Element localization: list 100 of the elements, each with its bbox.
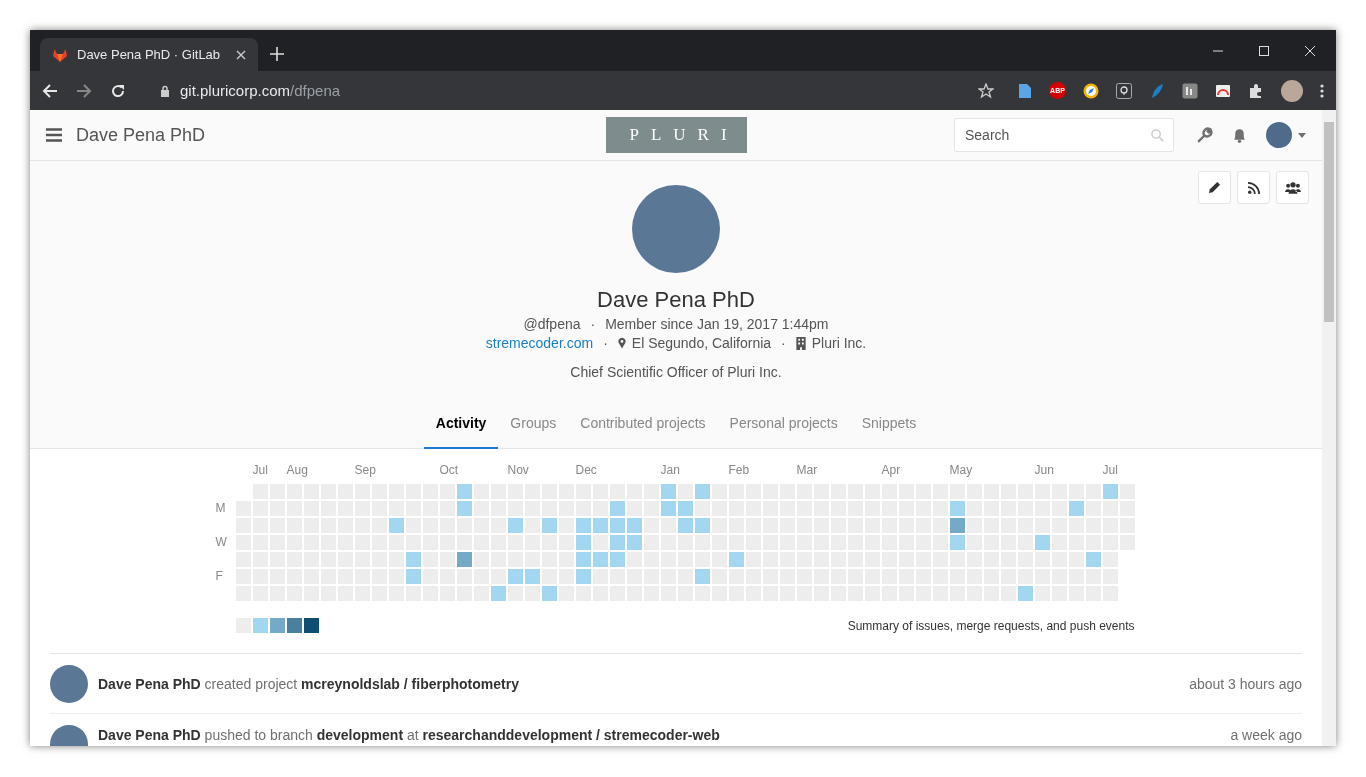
activity-day-cell[interactable] <box>711 569 727 584</box>
activity-day-cell[interactable] <box>745 552 761 567</box>
activity-day-cell[interactable] <box>711 518 727 533</box>
activity-day-cell[interactable] <box>609 552 625 567</box>
menu-icon[interactable] <box>46 128 62 142</box>
profile-tab[interactable]: Snippets <box>849 401 929 449</box>
compass-icon[interactable] <box>1083 82 1099 99</box>
more-icon[interactable] <box>1320 82 1324 99</box>
profile-tab[interactable]: Personal projects <box>717 401 850 449</box>
activity-day-cell[interactable] <box>507 569 523 584</box>
users-button[interactable] <box>1276 171 1309 204</box>
user-avatar[interactable] <box>50 665 88 703</box>
activity-day-cell[interactable] <box>694 484 710 499</box>
browser-tab[interactable]: Dave Pena PhD · GitLab <box>40 38 258 71</box>
activity-day-cell[interactable] <box>643 535 659 550</box>
activity-day-cell[interactable] <box>456 484 472 499</box>
scrollbar-thumb[interactable] <box>1324 122 1334 322</box>
activity-day-cell[interactable] <box>473 484 489 499</box>
edit-button[interactable] <box>1198 171 1231 204</box>
reload-icon[interactable] <box>110 82 126 99</box>
activity-day-cell[interactable] <box>966 535 982 550</box>
activity-day-cell[interactable] <box>728 552 744 567</box>
activity-day-cell[interactable] <box>524 569 540 584</box>
rss-button[interactable] <box>1237 171 1270 204</box>
activity-day-cell[interactable] <box>694 569 710 584</box>
activity-day-cell[interactable] <box>575 552 591 567</box>
maximize-icon[interactable] <box>1258 44 1270 57</box>
bell-icon[interactable] <box>1231 126 1248 144</box>
star-icon[interactable] <box>978 82 994 99</box>
search-field[interactable]: Search <box>954 118 1174 152</box>
activity-day-cell[interactable] <box>541 586 557 601</box>
activity-day-cell[interactable] <box>388 518 404 533</box>
activity-day-cell[interactable] <box>473 501 489 516</box>
document-icon[interactable] <box>1018 82 1032 99</box>
activity-day-cell[interactable] <box>660 484 676 499</box>
activity-day-cell[interactable] <box>490 586 506 601</box>
activity-day-cell[interactable] <box>626 501 642 516</box>
forward-arrow-icon[interactable] <box>76 82 92 99</box>
activity-day-cell[interactable] <box>422 552 438 567</box>
activity-day-cell[interactable] <box>405 518 421 533</box>
profile-tab[interactable]: Groups <box>498 401 569 449</box>
activity-day-cell[interactable] <box>626 535 642 550</box>
close-icon[interactable] <box>1304 44 1316 57</box>
activity-day-cell[interactable] <box>473 552 489 567</box>
activity-day-cell[interactable] <box>609 501 625 516</box>
activity-day-cell[interactable] <box>949 535 965 550</box>
activity-day-cell[interactable] <box>1085 501 1101 516</box>
activity-day-cell[interactable] <box>405 552 421 567</box>
activity-day-cell[interactable] <box>524 518 540 533</box>
activity-day-cell[interactable] <box>575 535 591 550</box>
activity-day-cell[interactable] <box>1034 586 1050 601</box>
website-link[interactable]: stremecoder.com <box>485 335 594 351</box>
activity-day-cell[interactable] <box>592 569 608 584</box>
activity-day-cell[interactable] <box>422 569 438 584</box>
profile-avatar[interactable] <box>1281 79 1303 102</box>
activity-day-cell[interactable] <box>558 586 574 601</box>
activity-day-cell[interactable] <box>405 569 421 584</box>
caret-icon[interactable] <box>1298 132 1306 138</box>
activity-day-cell[interactable] <box>592 535 608 550</box>
activity-day-cell[interactable] <box>966 518 982 533</box>
activity-day-cell[interactable] <box>660 501 676 516</box>
activity-day-cell[interactable] <box>711 484 727 499</box>
activity-day-cell[interactable] <box>1085 552 1101 567</box>
puzzle-icon[interactable] <box>1248 82 1264 99</box>
profile-tab[interactable]: Contributed projects <box>568 401 718 449</box>
plus-icon[interactable] <box>270 47 284 61</box>
activity-day-cell[interactable] <box>626 552 642 567</box>
activity-day-cell[interactable] <box>575 518 591 533</box>
activity-day-cell[interactable] <box>1119 484 1135 499</box>
close-icon[interactable] <box>236 49 246 60</box>
activity-day-cell[interactable] <box>1068 501 1084 516</box>
activity-day-cell[interactable] <box>1102 484 1118 499</box>
activity-day-cell[interactable] <box>592 552 608 567</box>
activity-day-cell[interactable] <box>558 518 574 533</box>
activity-day-cell[interactable] <box>677 501 693 516</box>
activity-day-cell[interactable] <box>966 501 982 516</box>
back-arrow-icon[interactable] <box>42 82 58 99</box>
feather-icon[interactable] <box>1149 82 1165 99</box>
activity-day-cell[interactable] <box>456 552 472 567</box>
activity-day-cell[interactable] <box>949 518 965 533</box>
activity-day-cell[interactable] <box>694 518 710 533</box>
activity-day-cell[interactable] <box>541 569 557 584</box>
activity-day-cell[interactable] <box>949 501 965 516</box>
logo[interactable]: PLURI <box>605 117 747 153</box>
activity-day-cell[interactable] <box>592 518 608 533</box>
activity-day-cell[interactable] <box>507 586 523 601</box>
activity-day-cell[interactable] <box>456 501 472 516</box>
navbar-title[interactable]: Dave Pena PhD <box>76 124 206 146</box>
activity-day-cell[interactable] <box>609 535 625 550</box>
activity-day-cell[interactable] <box>1102 552 1118 567</box>
user-avatar[interactable] <box>1266 122 1292 148</box>
activity-day-cell[interactable] <box>575 569 591 584</box>
activity-day-cell[interactable] <box>1051 535 1067 550</box>
activity-day-cell[interactable] <box>1034 535 1050 550</box>
square-extension-icon[interactable] <box>1182 82 1198 99</box>
activity-day-cell[interactable] <box>541 518 557 533</box>
activity-day-cell[interactable] <box>1017 586 1033 601</box>
activity-day-cell[interactable] <box>643 518 659 533</box>
activity-day-cell[interactable] <box>507 518 523 533</box>
rainbow-icon[interactable] <box>1215 82 1231 99</box>
